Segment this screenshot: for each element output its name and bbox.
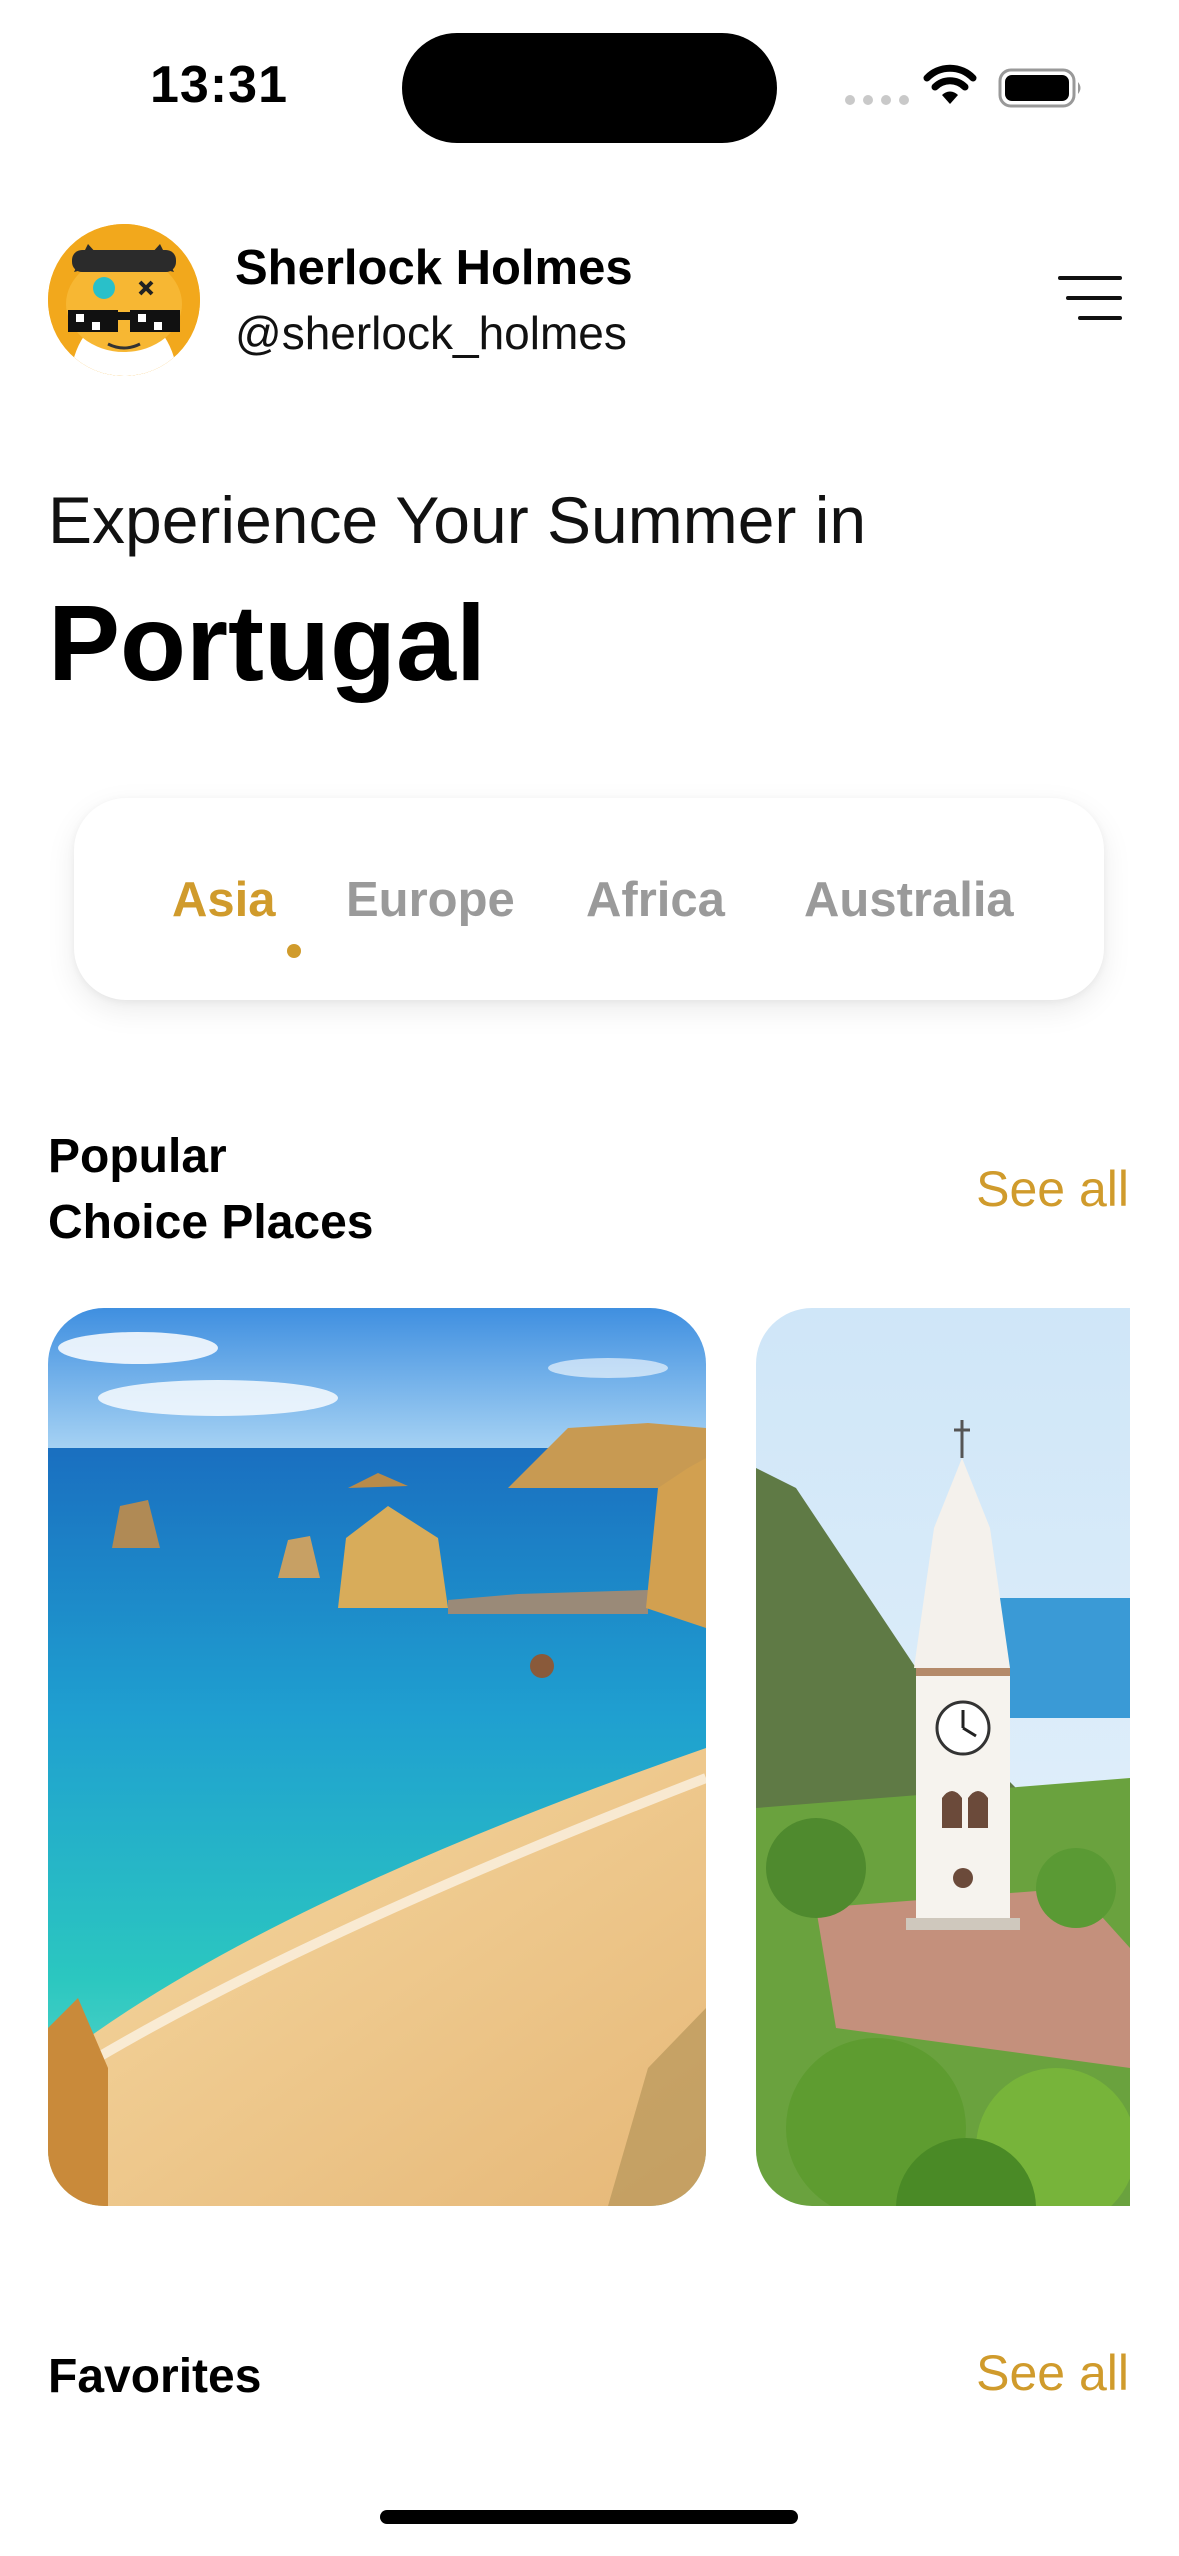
menu-icon[interactable] xyxy=(1050,276,1122,324)
dynamic-island xyxy=(402,33,777,143)
popular-see-all-link[interactable]: See all xyxy=(976,1160,1129,1218)
place-card-beach[interactable] xyxy=(48,1308,706,2206)
place-card-church[interactable] xyxy=(756,1308,1130,2206)
beach-cove-photo xyxy=(48,1308,706,2206)
region-tabs: Asia Europe Africa Australia xyxy=(74,798,1104,1000)
popular-title-line1: Popular xyxy=(48,1130,227,1183)
tab-australia[interactable]: Australia xyxy=(804,872,1014,928)
headline-intro: Experience Your Summer in xyxy=(48,483,867,557)
user-handle: @sherlock_holmes xyxy=(235,307,627,359)
screen: 13:31 Sherlock Holmes @sherlock_holmes E… xyxy=(0,0,1179,2556)
headline-country: Portugal xyxy=(48,582,487,703)
active-tab-indicator xyxy=(287,944,301,958)
clock-tower-church-photo xyxy=(756,1308,1130,2206)
avatar[interactable] xyxy=(48,224,200,376)
favorites-title: Favorites xyxy=(48,2350,262,2403)
user-name: Sherlock Holmes xyxy=(235,241,633,295)
popular-section-title: Popular Choice Places xyxy=(48,1124,374,1256)
favorites-see-all-link[interactable]: See all xyxy=(976,2344,1129,2402)
cellular-signal-icon xyxy=(845,95,909,105)
status-time: 13:31 xyxy=(150,56,288,114)
tab-europe[interactable]: Europe xyxy=(346,872,515,928)
tab-asia[interactable]: Asia xyxy=(172,872,276,928)
tab-africa[interactable]: Africa xyxy=(586,872,725,928)
cat-avatar-icon xyxy=(48,224,200,376)
wifi-icon xyxy=(923,64,977,104)
home-indicator[interactable] xyxy=(380,2510,798,2524)
battery-icon xyxy=(998,68,1081,108)
popular-title-line2: Choice Places xyxy=(48,1196,374,1249)
